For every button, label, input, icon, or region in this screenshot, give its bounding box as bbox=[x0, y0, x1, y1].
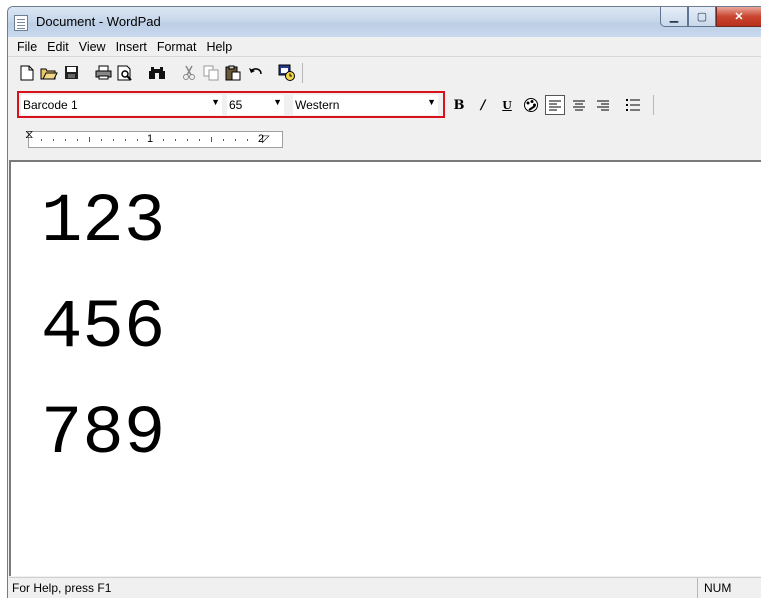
menu-insert[interactable]: Insert bbox=[111, 40, 152, 54]
italic-button[interactable]: / bbox=[473, 95, 493, 115]
find-button[interactable] bbox=[146, 62, 168, 84]
ruler-tick bbox=[223, 139, 224, 141]
undo-icon bbox=[248, 68, 262, 75]
font-name-value: Barcode 1 bbox=[23, 98, 78, 112]
align-center-button[interactable] bbox=[569, 95, 589, 115]
bullet-list-icon bbox=[626, 99, 640, 111]
menu-bar: File Edit View Insert Format Help bbox=[8, 37, 761, 57]
standard-toolbar bbox=[12, 59, 374, 86]
paste-icon bbox=[225, 65, 241, 80]
document-line-2: 456 bbox=[41, 289, 166, 367]
ruler-tick bbox=[247, 139, 248, 141]
formatbar-separator bbox=[653, 95, 654, 115]
ruler-tick bbox=[199, 139, 200, 141]
chevron-down-icon[interactable]: ▼ bbox=[273, 97, 282, 107]
align-center-icon bbox=[573, 100, 585, 110]
ruler-tick bbox=[187, 139, 188, 141]
copy-button[interactable] bbox=[200, 62, 222, 84]
align-left-button[interactable] bbox=[545, 95, 565, 115]
ruler-tick bbox=[125, 139, 126, 141]
color-palette-icon bbox=[523, 97, 538, 112]
ruler-tick bbox=[77, 139, 78, 141]
right-indent-marker-icon[interactable]: ◸ bbox=[262, 134, 270, 145]
save-icon bbox=[64, 66, 78, 79]
ruler-tick bbox=[113, 139, 114, 141]
font-size-value: 65 bbox=[229, 98, 243, 112]
ruler-tick bbox=[41, 139, 42, 141]
document-line-3: 789 bbox=[41, 395, 166, 473]
close-button[interactable]: ✕ bbox=[716, 7, 761, 27]
ruler-tick bbox=[163, 139, 164, 141]
title-bar[interactable]: Document - WordPad ▁ ▢ ✕ bbox=[8, 7, 761, 37]
binoculars-icon bbox=[149, 66, 165, 79]
maximize-button[interactable]: ▢ bbox=[688, 7, 716, 27]
status-bar: For Help, press F1 NUM bbox=[9, 577, 761, 598]
wordpad-app-icon[interactable] bbox=[14, 15, 28, 31]
print-preview-icon bbox=[117, 65, 132, 81]
new-document-icon bbox=[20, 65, 34, 80]
font-name-dropdown[interactable]: Barcode 1 ▼ bbox=[21, 95, 222, 115]
open-folder-icon bbox=[40, 68, 58, 80]
ruler-tick bbox=[175, 139, 176, 141]
format-bar: Barcode 1 ▼ 65 ▼ Western ▼ B / U bbox=[12, 89, 761, 119]
minimize-icon: ▁ bbox=[669, 11, 679, 23]
minimize-button[interactable]: ▁ bbox=[660, 7, 688, 27]
underline-icon: U bbox=[502, 98, 512, 112]
bold-button[interactable]: B bbox=[449, 95, 469, 115]
ruler-mark-1: 1 bbox=[147, 133, 154, 145]
print-icon bbox=[95, 65, 111, 80]
insert-datetime-button[interactable] bbox=[276, 62, 298, 84]
ruler-tick bbox=[89, 137, 90, 142]
ruler-tick bbox=[235, 139, 236, 141]
ruler-tick bbox=[65, 139, 66, 141]
cut-icon bbox=[183, 65, 195, 80]
undo-button[interactable] bbox=[244, 62, 266, 84]
menu-help[interactable]: Help bbox=[201, 40, 237, 54]
maximize-icon: ▢ bbox=[696, 11, 708, 23]
ruler-tick bbox=[211, 137, 212, 142]
copy-icon bbox=[203, 65, 219, 80]
align-right-icon bbox=[597, 100, 609, 110]
open-button[interactable] bbox=[38, 62, 60, 84]
script-value: Western bbox=[295, 98, 340, 112]
menu-view[interactable]: View bbox=[74, 40, 111, 54]
ruler-tick bbox=[101, 139, 102, 141]
align-right-button[interactable] bbox=[593, 95, 613, 115]
toolbar-separator bbox=[302, 62, 303, 83]
window-title: Document - WordPad bbox=[36, 14, 161, 29]
save-button[interactable] bbox=[60, 62, 82, 84]
menu-file[interactable]: File bbox=[12, 40, 42, 54]
script-dropdown[interactable]: Western ▼ bbox=[293, 95, 438, 115]
date-time-icon bbox=[278, 64, 295, 81]
bullets-button[interactable] bbox=[623, 95, 643, 115]
font-size-dropdown[interactable]: 65 ▼ bbox=[227, 95, 284, 115]
italic-icon: / bbox=[480, 97, 486, 113]
paste-button[interactable] bbox=[222, 62, 244, 84]
status-help-text: For Help, press F1 bbox=[12, 581, 112, 595]
underline-button[interactable]: U bbox=[497, 95, 517, 115]
document-line-1: 123 bbox=[41, 183, 166, 261]
indent-marker-icon[interactable]: ⧖ bbox=[25, 128, 33, 140]
color-button[interactable] bbox=[521, 95, 541, 115]
ruler[interactable]: ⧖ 1 2 ◸ bbox=[25, 128, 283, 148]
new-document-button[interactable] bbox=[16, 62, 38, 84]
bold-icon: B bbox=[453, 97, 465, 113]
chevron-down-icon[interactable]: ▼ bbox=[211, 97, 220, 107]
print-preview-button[interactable] bbox=[114, 62, 136, 84]
menu-format[interactable]: Format bbox=[152, 40, 202, 54]
ruler-tick bbox=[137, 139, 138, 141]
document-area[interactable]: 123 456 789 bbox=[9, 160, 761, 576]
num-lock-indicator: NUM bbox=[697, 578, 747, 598]
ruler-tick bbox=[53, 139, 54, 141]
chevron-down-icon[interactable]: ▼ bbox=[427, 97, 436, 107]
cut-button[interactable] bbox=[178, 62, 200, 84]
align-left-icon bbox=[549, 100, 561, 110]
print-button[interactable] bbox=[92, 62, 114, 84]
menu-edit[interactable]: Edit bbox=[42, 40, 74, 54]
close-icon: ✕ bbox=[734, 11, 744, 23]
